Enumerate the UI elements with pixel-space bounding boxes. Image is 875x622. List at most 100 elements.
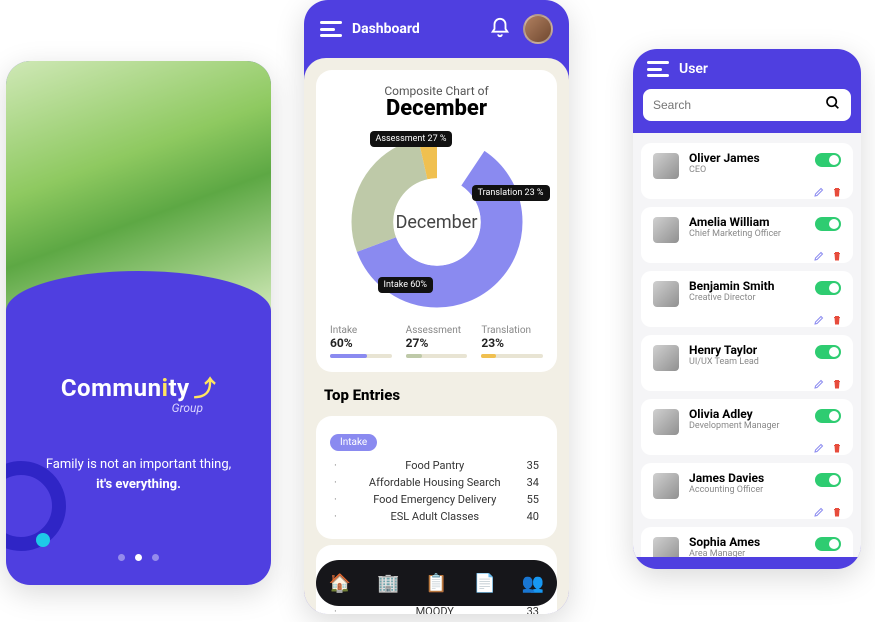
avatar bbox=[653, 537, 679, 557]
legend-translation: Translation23% bbox=[481, 325, 543, 358]
user-card[interactable]: Amelia WilliamChief Marketing Officer bbox=[641, 207, 853, 263]
nav-home-icon[interactable]: 🏠 bbox=[329, 572, 351, 594]
delete-icon[interactable] bbox=[831, 375, 843, 387]
entry-value: 34 bbox=[527, 476, 539, 489]
delete-icon[interactable] bbox=[831, 439, 843, 451]
page-indicator[interactable] bbox=[26, 554, 251, 561]
user-role: Area Manager bbox=[689, 549, 805, 557]
user-name: Sophia Ames bbox=[689, 535, 805, 549]
avatar bbox=[653, 345, 679, 371]
bell-icon[interactable] bbox=[489, 17, 513, 41]
legend-intake: Intake60% bbox=[330, 325, 392, 358]
tagline-line1: Family is not an important thing, bbox=[46, 457, 231, 472]
user-card[interactable]: Benjamin SmithCreative Director bbox=[641, 271, 853, 327]
tagline-line2: it's everything. bbox=[96, 477, 181, 492]
chart-label-assessment: Assessment 27 % bbox=[370, 131, 453, 147]
chart-legend: Intake60% Assessment27% Translation23% bbox=[330, 325, 543, 358]
page-dot-active[interactable] bbox=[135, 554, 142, 561]
page-title: User bbox=[679, 61, 708, 77]
search-bar[interactable] bbox=[643, 89, 851, 121]
menu-icon[interactable] bbox=[320, 21, 342, 37]
active-toggle[interactable] bbox=[815, 217, 841, 231]
page-dot[interactable] bbox=[118, 554, 125, 561]
legend-assessment: Assessment27% bbox=[406, 325, 468, 358]
user-role: Chief Marketing Officer bbox=[689, 229, 805, 239]
dashboard-header: Dashboard bbox=[304, 0, 569, 58]
chart-month: December bbox=[330, 96, 543, 121]
avatar[interactable] bbox=[523, 14, 553, 44]
swoosh-icon: ⤴ bbox=[194, 377, 217, 402]
user-card[interactable]: Oliver JamesCEO bbox=[641, 143, 853, 199]
delete-icon[interactable] bbox=[831, 183, 843, 195]
page-title: Dashboard bbox=[352, 21, 479, 37]
user-role: Accounting Officer bbox=[689, 485, 805, 495]
dashboard-screen: Dashboard Composite Chart of December De… bbox=[304, 0, 569, 614]
donut-chart: December Assessment 27 % Translation 23 … bbox=[342, 127, 532, 317]
user-card[interactable]: Olivia AdleyDevelopment Manager bbox=[641, 399, 853, 455]
avatar bbox=[653, 217, 679, 243]
user-card[interactable]: Sophia AmesArea Manager bbox=[641, 527, 853, 557]
delete-icon[interactable] bbox=[831, 247, 843, 259]
user-role: CEO bbox=[689, 165, 805, 175]
entries-group: IntakeFood Pantry35Affordable Housing Se… bbox=[316, 416, 557, 539]
entry-name: Affordable Housing Search bbox=[369, 476, 501, 489]
user-card[interactable]: Henry TaylorUI/UX Team Lead bbox=[641, 335, 853, 391]
active-toggle[interactable] bbox=[815, 473, 841, 487]
edit-icon[interactable] bbox=[813, 311, 825, 323]
search-input[interactable] bbox=[653, 98, 825, 112]
edit-icon[interactable] bbox=[813, 375, 825, 387]
menu-icon[interactable] bbox=[647, 61, 669, 77]
active-toggle[interactable] bbox=[815, 281, 841, 295]
hero-photo bbox=[6, 61, 271, 311]
user-role: Creative Director bbox=[689, 293, 805, 303]
entry-row[interactable]: Food Pantry35 bbox=[330, 457, 543, 474]
entry-value: 40 bbox=[527, 510, 539, 523]
active-toggle[interactable] bbox=[815, 537, 841, 551]
brand-text-rest: ty bbox=[168, 374, 189, 402]
group-chip: Intake bbox=[330, 434, 377, 451]
entry-row[interactable]: ESL Adult Classes 40 bbox=[330, 508, 543, 525]
nav-clipboard-icon[interactable]: 📋 bbox=[425, 572, 447, 594]
brand-subtitle: Group bbox=[26, 401, 203, 415]
users-screen: User Oliver JamesCEO Amelia WilliamChief … bbox=[633, 49, 861, 569]
page-dot[interactable] bbox=[152, 554, 159, 561]
edit-icon[interactable] bbox=[813, 439, 825, 451]
user-role: UI/UX Team Lead bbox=[689, 357, 805, 367]
search-icon[interactable] bbox=[825, 95, 841, 115]
user-card[interactable]: James DaviesAccounting Officer bbox=[641, 463, 853, 519]
delete-icon[interactable] bbox=[831, 311, 843, 323]
active-toggle[interactable] bbox=[815, 345, 841, 359]
user-name: Olivia Adley bbox=[689, 407, 805, 421]
composite-chart-card: Composite Chart of December December Ass… bbox=[316, 70, 557, 372]
avatar bbox=[653, 409, 679, 435]
entry-row[interactable]: Affordable Housing Search 34 bbox=[330, 474, 543, 491]
user-name: Benjamin Smith bbox=[689, 279, 805, 293]
avatar bbox=[653, 473, 679, 499]
nav-people-icon[interactable]: 👥 bbox=[522, 572, 544, 594]
brand-text: Commun bbox=[61, 374, 162, 402]
user-name: James Davies bbox=[689, 471, 805, 485]
donut-center-label: December bbox=[342, 127, 532, 317]
entry-name: Food Pantry bbox=[405, 459, 464, 472]
chart-label-intake: Intake 60% bbox=[378, 277, 433, 293]
entry-value: 55 bbox=[527, 493, 539, 506]
brand-logo: Community⤴ Group bbox=[26, 371, 251, 415]
entry-name: ESL Adult Classes bbox=[390, 510, 479, 523]
edit-icon[interactable] bbox=[813, 247, 825, 259]
delete-icon[interactable] bbox=[831, 503, 843, 515]
user-name: Henry Taylor bbox=[689, 343, 805, 357]
decorative-dot bbox=[36, 533, 50, 547]
entry-name: MOODY bbox=[416, 605, 454, 614]
nav-building-icon[interactable]: 🏢 bbox=[377, 572, 399, 594]
nav-notes-icon[interactable]: 📄 bbox=[474, 572, 496, 594]
user-role: Development Manager bbox=[689, 421, 805, 431]
avatar bbox=[653, 281, 679, 307]
active-toggle[interactable] bbox=[815, 409, 841, 423]
edit-icon[interactable] bbox=[813, 503, 825, 515]
splash-screen: Community⤴ Group Family is not an import… bbox=[6, 61, 271, 585]
active-toggle[interactable] bbox=[815, 153, 841, 167]
avatar bbox=[653, 153, 679, 179]
entry-row[interactable]: Food Emergency Delivery55 bbox=[330, 491, 543, 508]
top-entries-title: Top Entries bbox=[316, 372, 557, 410]
edit-icon[interactable] bbox=[813, 183, 825, 195]
